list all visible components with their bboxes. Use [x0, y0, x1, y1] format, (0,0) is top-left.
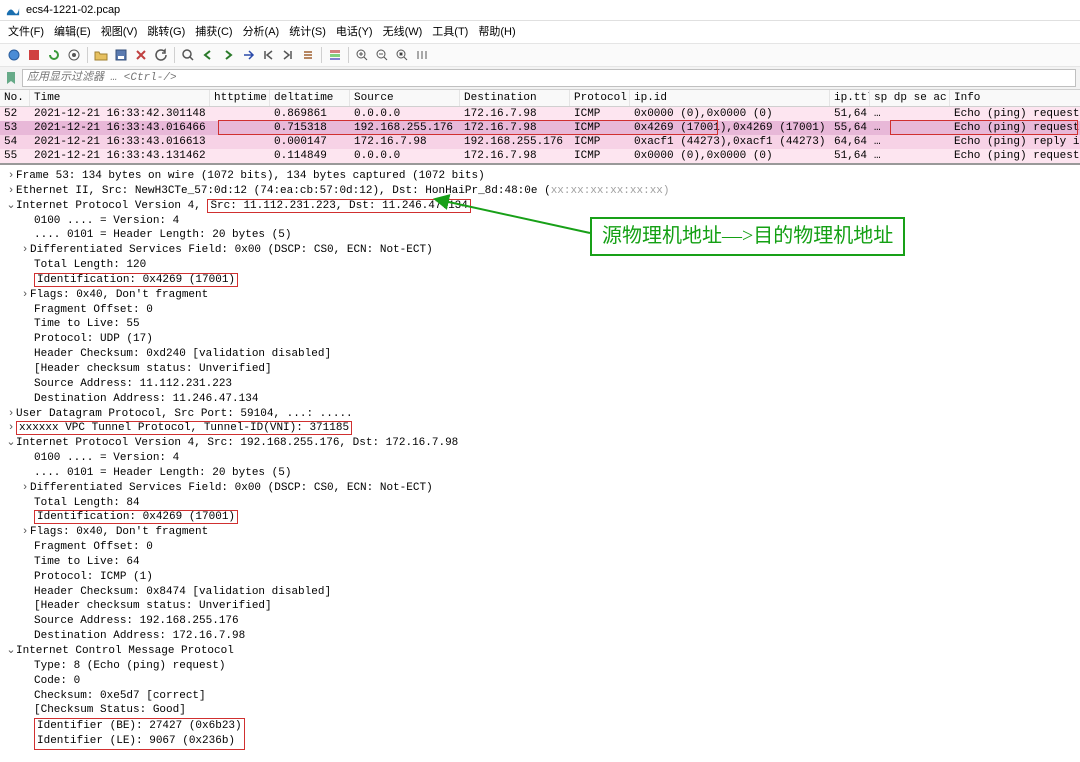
prev-icon[interactable]: [199, 46, 217, 64]
menu-wireless[interactable]: 无线(W): [379, 21, 427, 41]
ip2-dst[interactable]: Destination Address: 172.16.7.98: [6, 629, 1074, 644]
col-ipid[interactable]: ip.id: [630, 90, 830, 106]
menu-telephony[interactable]: 电话(Y): [332, 21, 377, 41]
start-capture-icon[interactable]: [5, 46, 23, 64]
colorize-icon[interactable]: [326, 46, 344, 64]
menu-stats[interactable]: 统计(S): [285, 21, 330, 41]
icmp-ckstat[interactable]: [Checksum Status: Good]: [6, 703, 1074, 718]
zoom-out-icon[interactable]: [373, 46, 391, 64]
col-delta[interactable]: deltatime: [270, 90, 350, 106]
menu-analyze[interactable]: 分析(A): [239, 21, 284, 41]
menu-go[interactable]: 跳转(G): [143, 21, 189, 41]
menu-capture[interactable]: 捕获(C): [191, 21, 236, 41]
find-icon[interactable]: [179, 46, 197, 64]
ip-version[interactable]: 0100 .... = Version: 4: [6, 214, 1074, 229]
menu-help[interactable]: 帮助(H): [474, 21, 519, 41]
resize-columns-icon[interactable]: [413, 46, 431, 64]
ip2-dsfield[interactable]: ›Differentiated Services Field: 0x00 (DS…: [6, 481, 1074, 496]
zoom-reset-icon[interactable]: [393, 46, 411, 64]
packet-row[interactable]: 55 2021-12-21 16:33:43.131462 0.114849 0…: [0, 149, 1080, 163]
tree-ip-inner[interactable]: ⌄Internet Protocol Version 4, Src: 192.1…: [6, 436, 1074, 451]
goto-icon[interactable]: [239, 46, 257, 64]
first-icon[interactable]: [259, 46, 277, 64]
ip-dst[interactable]: Destination Address: 11.246.47.134: [6, 392, 1074, 407]
wireshark-logo-icon: [6, 3, 20, 17]
col-flags[interactable]: sp dp se ac Le tc tc st wi wi wi: [870, 90, 950, 106]
col-no[interactable]: No.: [0, 90, 30, 106]
ip-ttl[interactable]: Time to Live: 55: [6, 317, 1074, 332]
tree-udp[interactable]: ›User Datagram Protocol, Src Port: 59104…: [6, 407, 1074, 422]
ip2-hlen[interactable]: .... 0101 = Header Length: 20 bytes (5): [6, 466, 1074, 481]
tree-icmp[interactable]: ⌄Internet Control Message Protocol: [6, 644, 1074, 659]
packet-row-selected[interactable]: 53 2021-12-21 16:33:43.016466 0.715318 1…: [0, 121, 1080, 135]
tree-frame[interactable]: ›Frame 53: 134 bytes on wire (1072 bits)…: [6, 169, 1074, 184]
capture-options-icon[interactable]: [65, 46, 83, 64]
highlight-src-dst: Src: 11.112.231.223, Dst: 11.246.47.134: [207, 199, 470, 213]
tree-ip-outer[interactable]: ⌄Internet Protocol Version 4, Src: 11.11…: [6, 199, 1074, 214]
packet-list-header: No. Time httptime deltatime Source Desti…: [0, 90, 1080, 107]
ip-cksum[interactable]: Header Checksum: 0xd240 [validation disa…: [6, 347, 1074, 362]
col-httptime[interactable]: httptime: [210, 90, 270, 106]
bookmark-icon[interactable]: [4, 71, 18, 85]
next-icon[interactable]: [219, 46, 237, 64]
ip-proto[interactable]: Protocol: UDP (17): [6, 332, 1074, 347]
last-icon[interactable]: [279, 46, 297, 64]
display-filter-input[interactable]: [22, 69, 1076, 87]
menu-file[interactable]: 文件(F): [4, 21, 48, 41]
menu-tools[interactable]: 工具(T): [428, 21, 472, 41]
col-info[interactable]: Info: [950, 90, 1080, 106]
menu-bar: 文件(F) 编辑(E) 视图(V) 跳转(G) 捕获(C) 分析(A) 统计(S…: [0, 21, 1080, 43]
close-file-icon[interactable]: [132, 46, 150, 64]
ip-ckstat[interactable]: [Header checksum status: Unverified]: [6, 362, 1074, 377]
packet-row[interactable]: 52 2021-12-21 16:33:42.301148 0.869861 0…: [0, 107, 1080, 121]
tree-vpc[interactable]: ›xxxxxx VPC Tunnel Protocol, Tunnel-ID(V…: [6, 421, 1074, 436]
window-title: ecs4-1221-02.pcap: [26, 4, 120, 16]
col-time[interactable]: Time: [30, 90, 210, 106]
ip-ident[interactable]: Identification: 0x4269 (17001): [6, 273, 1074, 288]
ip2-ckstat[interactable]: [Header checksum status: Unverified]: [6, 599, 1074, 614]
open-file-icon[interactable]: [92, 46, 110, 64]
tree-eth[interactable]: ›Ethernet II, Src: NewH3CTe_57:0d:12 (74…: [6, 184, 1074, 199]
display-filter-bar: [0, 67, 1080, 90]
col-proto[interactable]: Protocol: [570, 90, 630, 106]
menu-view[interactable]: 视图(V): [97, 21, 142, 41]
ip2-fragoff[interactable]: Fragment Offset: 0: [6, 540, 1074, 555]
packet-list[interactable]: No. Time httptime deltatime Source Desti…: [0, 90, 1080, 165]
annotation-label: 源物理机地址—>目的物理机地址: [590, 217, 905, 256]
ip2-version[interactable]: 0100 .... = Version: 4: [6, 451, 1074, 466]
reload-icon[interactable]: [152, 46, 170, 64]
save-file-icon[interactable]: [112, 46, 130, 64]
ip-flags[interactable]: ›Flags: 0x40, Don't fragment: [6, 288, 1074, 303]
ip-totlen[interactable]: Total Length: 120: [6, 258, 1074, 273]
autoscroll-icon[interactable]: [299, 46, 317, 64]
ip-dsfield[interactable]: ›Differentiated Services Field: 0x00 (DS…: [6, 243, 1074, 258]
packet-details[interactable]: ›Frame 53: 134 bytes on wire (1072 bits)…: [0, 165, 1080, 756]
packet-row[interactable]: 54 2021-12-21 16:33:43.016613 0.000147 1…: [0, 135, 1080, 149]
stop-capture-icon[interactable]: [25, 46, 43, 64]
icmp-code[interactable]: Code: 0: [6, 674, 1074, 689]
ip2-cksum[interactable]: Header Checksum: 0x8474 [validation disa…: [6, 585, 1074, 600]
zoom-in-icon[interactable]: [353, 46, 371, 64]
menu-edit[interactable]: 编辑(E): [50, 21, 95, 41]
main-toolbar: [0, 43, 1080, 67]
col-src[interactable]: Source: [350, 90, 460, 106]
ip2-src[interactable]: Source Address: 192.168.255.176: [6, 614, 1074, 629]
ip2-totlen[interactable]: Total Length: 84: [6, 496, 1074, 511]
col-ttl[interactable]: ip.ttl: [830, 90, 870, 106]
ip2-ident[interactable]: Identification: 0x4269 (17001): [6, 510, 1074, 525]
ip-fragoff[interactable]: Fragment Offset: 0: [6, 303, 1074, 318]
ip-hlen[interactable]: .... 0101 = Header Length: 20 bytes (5): [6, 228, 1074, 243]
ip2-ttl[interactable]: Time to Live: 64: [6, 555, 1074, 570]
ip2-flags[interactable]: ›Flags: 0x40, Don't fragment: [6, 525, 1074, 540]
col-dst[interactable]: Destination: [460, 90, 570, 106]
title-bar: ecs4-1221-02.pcap: [0, 0, 1080, 21]
ip-src[interactable]: Source Address: 11.112.231.223: [6, 377, 1074, 392]
icmp-id-box[interactable]: Identifier (BE): 27427 (0x6b23)Identifie…: [6, 718, 1074, 750]
icmp-type[interactable]: Type: 8 (Echo (ping) request): [6, 659, 1074, 674]
ip2-proto[interactable]: Protocol: ICMP (1): [6, 570, 1074, 585]
restart-capture-icon[interactable]: [45, 46, 63, 64]
icmp-cksum[interactable]: Checksum: 0xe5d7 [correct]: [6, 689, 1074, 704]
